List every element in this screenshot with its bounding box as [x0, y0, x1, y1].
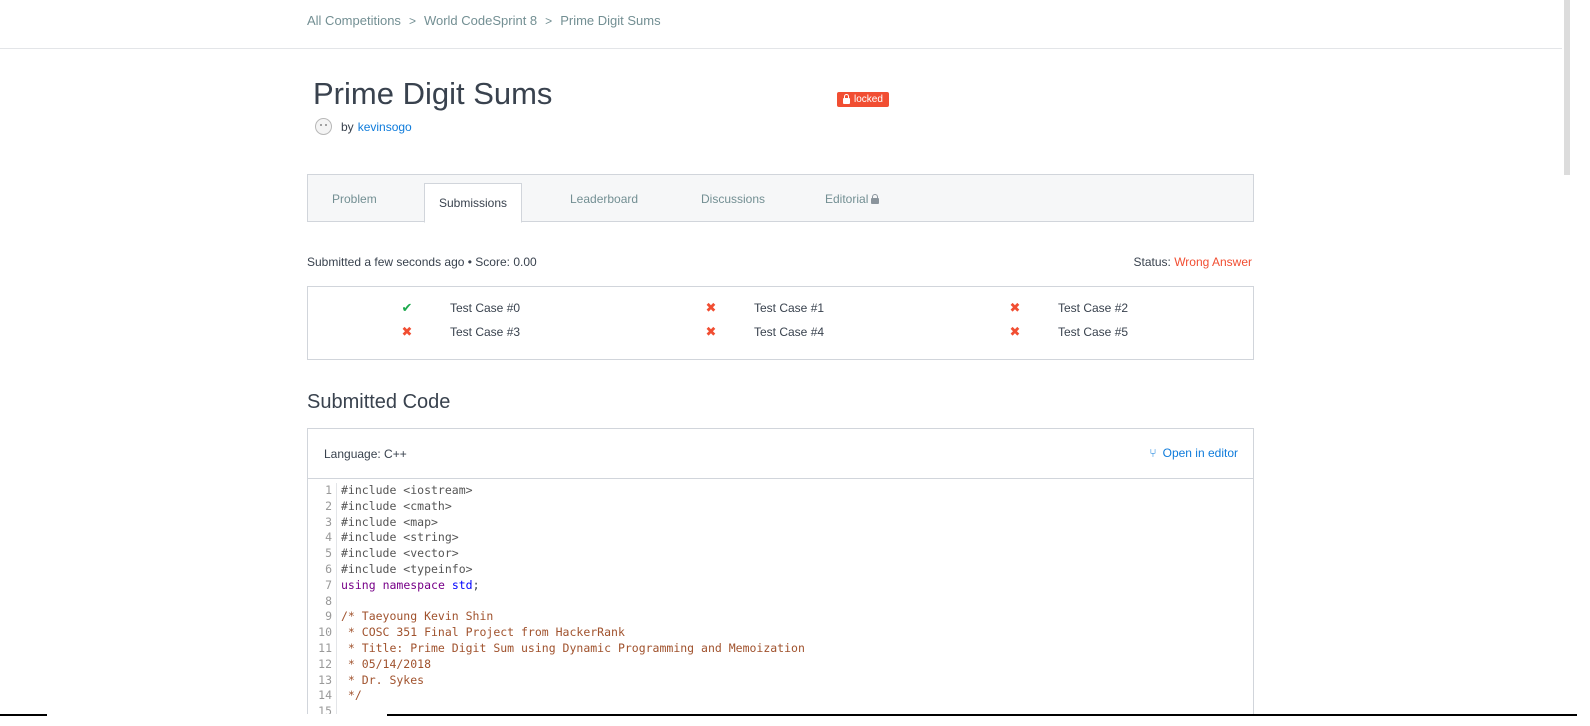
code-line: 4 #include <string> — [308, 530, 1253, 547]
lock-icon — [843, 93, 850, 104]
code-lines[interactable]: 1 #include <iostream> 2 #include <cmath> 3 #i… — [308, 483, 1253, 720]
tab-editorial-label: Editorial — [825, 191, 869, 206]
locked-badge: locked — [837, 92, 889, 107]
line-number: 7 — [308, 577, 337, 594]
lock-icon — [871, 193, 880, 204]
line-code: * 05/14/2018 — [341, 656, 432, 671]
code-line: 5 #include <vector> — [308, 546, 1253, 562]
line-code: #include <iostream> — [341, 483, 473, 497]
code-line: 2 #include <cmath> — [308, 498, 1253, 515]
line-number: 11 — [308, 640, 337, 657]
line-code: #include <cmath> — [341, 498, 452, 513]
tab-problem[interactable]: Problem — [332, 175, 377, 222]
test-case-label: Test Case #5 — [1058, 325, 1129, 339]
line-number: 8 — [308, 593, 337, 610]
test-case-label: Test Case #2 — [1058, 301, 1129, 315]
cross-icon: ✖ — [705, 300, 717, 315]
test-case-label: Test Case #4 — [754, 325, 825, 339]
cross-icon: ✖ — [1009, 324, 1021, 339]
code-line: 6 #include <typeinfo> — [308, 561, 1253, 578]
breadcrumb: All Competitions > World CodeSprint 8 > … — [307, 13, 661, 28]
open-in-editor-link[interactable]: ⑂ Open in editor — [1149, 446, 1238, 460]
line-code: using namespace std; — [341, 577, 480, 592]
tab-leaderboard[interactable]: Leaderboard — [570, 175, 638, 222]
author-by-label: by — [341, 119, 354, 134]
code-line: 9 /* Taeyoung Kevin Shin — [308, 609, 1253, 626]
cross-icon: ✖ — [1009, 300, 1021, 315]
breadcrumb-all-competitions[interactable]: All Competitions — [307, 13, 401, 28]
line-number: 9 — [308, 609, 337, 626]
tab-discussions-label: Discussions — [701, 191, 766, 206]
page-scrollbar[interactable] — [1562, 0, 1590, 714]
page-title: Prime Digit Sums — [313, 76, 553, 111]
line-code: * Title: Prime Digit Sum using Dynamic P… — [341, 640, 805, 655]
breadcrumb-separator-icon: > — [408, 13, 416, 28]
line-number: 10 — [308, 625, 337, 641]
code-line: 10 * COSC 351 Final Project from HackerR… — [308, 625, 1253, 641]
author-link[interactable]: kevinsogo — [358, 120, 412, 134]
avatar[interactable] — [315, 118, 332, 135]
code-header: Language: C++ ⑂ Open in editor — [308, 429, 1253, 479]
scrollbar-thumb[interactable] — [1564, 0, 1570, 175]
tab-submissions[interactable]: Submissions — [424, 183, 522, 223]
tab-problem-label: Problem — [332, 191, 377, 206]
open-in-editor-label: Open in editor — [1162, 446, 1238, 460]
check-icon: ✔ — [401, 300, 413, 315]
line-code: #include <vector> — [341, 546, 459, 561]
line-number: 13 — [308, 672, 337, 689]
line-number: 5 — [308, 546, 337, 562]
status-label: Status: — [1133, 255, 1171, 269]
branch-icon: ⑂ — [1149, 446, 1157, 460]
code-line: 12 * 05/14/2018 — [308, 656, 1253, 673]
status-value: Wrong Answer — [1174, 255, 1252, 269]
author-line: by kevinsogo — [315, 118, 412, 135]
breadcrumb-separator-icon: > — [545, 13, 553, 28]
tab-discussions[interactable]: Discussions — [701, 175, 765, 222]
code-line: 14 */ — [308, 688, 1253, 705]
code-viewer: Language: C++ ⑂ Open in editor 1 #include… — [307, 428, 1254, 726]
tab-editorial[interactable]: Editorial — [825, 175, 880, 222]
line-code: #include <typeinfo> — [341, 561, 473, 576]
line-number: 12 — [308, 656, 337, 673]
cross-icon: ✖ — [401, 324, 413, 339]
code-line: 3 #include <map> — [308, 514, 1253, 531]
line-code: * COSC 351 Final Project from HackerRank — [341, 625, 625, 640]
breadcrumb-world-codesprint[interactable]: World CodeSprint 8 — [424, 13, 537, 28]
bottom-edge-segment — [0, 714, 47, 716]
submission-status: Status: Wrong Answer — [1133, 255, 1252, 269]
code-line: 11 * Title: Prime Digit Sum using Dynami… — [308, 640, 1253, 657]
tab-submissions-label: Submissions — [438, 196, 508, 210]
line-code: #include <string> — [341, 530, 459, 545]
code-line: 1 #include <iostream> — [308, 483, 1253, 499]
breadcrumb-current-challenge[interactable]: Prime Digit Sums — [560, 13, 660, 28]
line-number: 1 — [308, 483, 337, 499]
test-case-label: Test Case #0 — [450, 301, 521, 315]
test-case-label: Test Case #1 — [754, 301, 825, 315]
code-line: 13 * Dr. Sykes — [308, 672, 1253, 689]
submitted-code-heading: Submitted Code — [307, 391, 451, 413]
cross-icon: ✖ — [705, 324, 717, 339]
line-number: 14 — [308, 688, 337, 705]
submission-summary: Submitted a few seconds ago • Score: 0.0… — [307, 255, 537, 269]
line-number: 2 — [308, 498, 337, 515]
line-code: * Dr. Sykes — [341, 672, 425, 687]
locked-badge-label: locked — [854, 94, 883, 105]
line-number: 6 — [308, 561, 337, 578]
code-line: 7 using namespace std; — [308, 577, 1253, 594]
line-code: #include <map> — [341, 514, 438, 529]
tab-leaderboard-label: Leaderboard — [570, 191, 639, 206]
test-case-label: Test Case #3 — [450, 325, 521, 339]
bottom-edge — [0, 714, 1590, 726]
line-number: 4 — [308, 530, 337, 547]
code-line: 8 — [308, 593, 1253, 610]
line-number: 3 — [308, 514, 337, 531]
line-code: */ — [341, 688, 362, 703]
test-cases-panel: ✔ Test Case #0 ✖ Test Case #1 ✖ Test Cas… — [307, 286, 1254, 360]
language-label: Language: C++ — [324, 447, 407, 461]
challenge-tabs: Problem Submissions Leaderboard Discussi… — [307, 174, 1254, 223]
line-code: /* Taeyoung Kevin Shin — [341, 609, 494, 624]
top-bar: All Competitions > World CodeSprint 8 > … — [0, 0, 1562, 49]
bottom-edge-segment — [387, 714, 1577, 716]
